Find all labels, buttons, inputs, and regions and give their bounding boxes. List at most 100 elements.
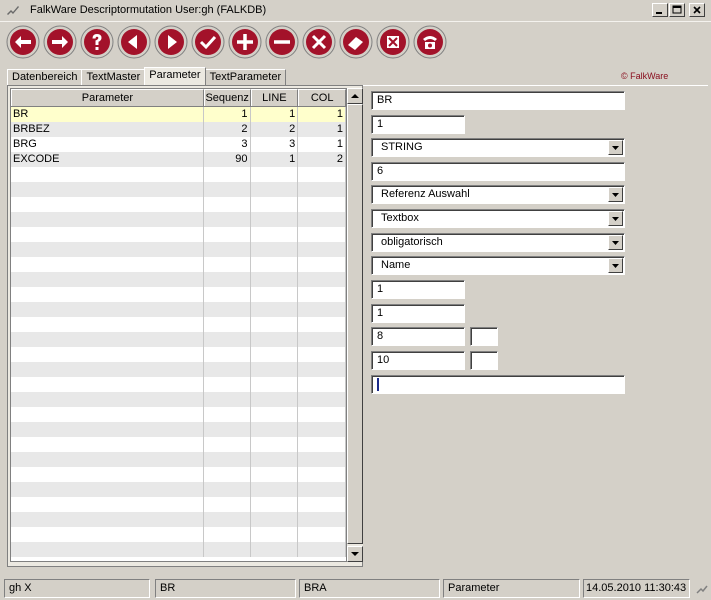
minus-icon — [265, 25, 299, 59]
table-row[interactable] — [11, 167, 346, 182]
table-row[interactable] — [11, 227, 346, 242]
scroll-down-button[interactable] — [347, 546, 363, 562]
table-row[interactable] — [11, 467, 346, 482]
col-field[interactable]: 1 — [371, 304, 465, 323]
cell-parameter — [11, 182, 204, 197]
required-select[interactable]: obligatorisch — [371, 233, 625, 252]
source-select[interactable]: Name — [371, 256, 625, 275]
cell-line — [251, 512, 299, 527]
add-button[interactable] — [228, 24, 262, 60]
table-row[interactable] — [11, 422, 346, 437]
table-row[interactable] — [11, 272, 346, 287]
length-field[interactable]: 6 — [371, 162, 625, 181]
required-dropdown-button[interactable] — [608, 235, 623, 250]
table-row[interactable] — [11, 452, 346, 467]
table-row[interactable] — [11, 332, 346, 347]
cell-line — [251, 302, 299, 317]
table-row[interactable]: BRBEZ 2 2 1 — [11, 122, 346, 137]
phone-button[interactable] — [413, 24, 447, 60]
column-header-sequenz[interactable]: Sequenz — [203, 89, 251, 106]
width-field[interactable]: 8 — [371, 327, 465, 346]
sequence-field[interactable]: 1 — [371, 115, 465, 134]
reference-select[interactable]: Referenz Auswahl — [371, 185, 625, 204]
cell-col — [298, 182, 346, 197]
datatype-select[interactable]: STRING — [371, 138, 625, 157]
cell-line — [251, 242, 299, 257]
cell-sequenz — [204, 182, 251, 197]
table-row[interactable]: BR 1 1 1 — [11, 107, 346, 122]
table-row[interactable] — [11, 482, 346, 497]
table-row[interactable] — [11, 392, 346, 407]
table-row[interactable] — [11, 407, 346, 422]
table-row[interactable] — [11, 182, 346, 197]
remove-button[interactable] — [265, 24, 299, 60]
column-header-col[interactable]: COL — [298, 89, 346, 106]
table-row[interactable] — [11, 437, 346, 452]
parameter-name-field[interactable]: BR — [371, 91, 625, 110]
width-extra-field[interactable] — [470, 327, 498, 346]
maximize-button[interactable] — [669, 3, 685, 17]
table-row[interactable] — [11, 377, 346, 392]
export-excel-button[interactable] — [376, 24, 410, 60]
resize-grip-icon[interactable] — [695, 583, 709, 597]
table-row[interactable] — [11, 197, 346, 212]
close-button[interactable] — [689, 3, 705, 17]
control-type-dropdown-button[interactable] — [608, 211, 623, 226]
table-row[interactable] — [11, 362, 346, 377]
table-row[interactable] — [11, 317, 346, 332]
control-type-select[interactable]: Textbox — [371, 209, 625, 228]
tab-textmaster[interactable]: TextMaster — [81, 69, 146, 85]
minimize-button[interactable] — [652, 3, 668, 17]
grid-scrollbar[interactable] — [347, 88, 363, 562]
height-field[interactable]: 10 — [371, 351, 465, 370]
cell-col — [298, 407, 346, 422]
reference-dropdown-button[interactable] — [608, 187, 623, 202]
cell-line — [251, 317, 299, 332]
table-row[interactable] — [11, 242, 346, 257]
confirm-button[interactable] — [191, 24, 225, 60]
table-row[interactable] — [11, 497, 346, 512]
table-row[interactable] — [11, 347, 346, 362]
table-row[interactable] — [11, 542, 346, 557]
table-row[interactable] — [11, 512, 346, 527]
parameter-grid-panel: Parameter Sequenz LINE COL BR 1 1 1 BRBEZ 2 2 1… — [7, 85, 363, 567]
line-field[interactable]: 1 — [371, 280, 465, 299]
next-button[interactable] — [154, 24, 188, 60]
cell-col — [298, 332, 346, 347]
cell-sequenz: 3 — [204, 137, 251, 152]
table-row[interactable]: BRG 3 3 1 — [11, 137, 346, 152]
table-row[interactable] — [11, 302, 346, 317]
datatype-dropdown-button[interactable] — [608, 140, 623, 155]
cell-col — [298, 257, 346, 272]
source-dropdown-button[interactable] — [608, 258, 623, 273]
eraser-icon — [339, 25, 373, 59]
table-row[interactable] — [11, 287, 346, 302]
parameter-grid[interactable]: Parameter Sequenz LINE COL BR 1 1 1 BRBEZ 2 2 1… — [10, 88, 347, 562]
extra-text-field[interactable] — [371, 375, 625, 394]
cell-sequenz — [204, 332, 251, 347]
scroll-thumb[interactable] — [347, 104, 363, 544]
cell-sequenz — [204, 407, 251, 422]
column-header-line[interactable]: LINE — [250, 89, 299, 106]
scroll-up-button[interactable] — [347, 88, 363, 104]
table-row[interactable]: EXCODE 90 1 2 — [11, 152, 346, 167]
table-row[interactable] — [11, 212, 346, 227]
cell-sequenz — [204, 362, 251, 377]
table-row[interactable] — [11, 527, 346, 542]
erase-button[interactable] — [339, 24, 373, 60]
forward-button[interactable] — [43, 24, 77, 60]
tab-datenbereich[interactable]: Datenbereich — [7, 69, 83, 85]
cell-sequenz: 90 — [204, 152, 251, 167]
height-extra-field[interactable] — [470, 351, 498, 370]
back-button[interactable] — [6, 24, 40, 60]
column-header-parameter[interactable]: Parameter — [11, 89, 204, 106]
cancel-button[interactable] — [302, 24, 336, 60]
tab-textparameter[interactable]: TextParameter — [204, 69, 287, 85]
cell-col — [298, 167, 346, 182]
tab-parameter[interactable]: Parameter — [144, 67, 206, 85]
grid-header: Parameter Sequenz LINE COL — [11, 89, 346, 107]
table-row[interactable] — [11, 257, 346, 272]
cell-col — [298, 497, 346, 512]
help-button[interactable] — [80, 24, 114, 60]
previous-button[interactable] — [117, 24, 151, 60]
